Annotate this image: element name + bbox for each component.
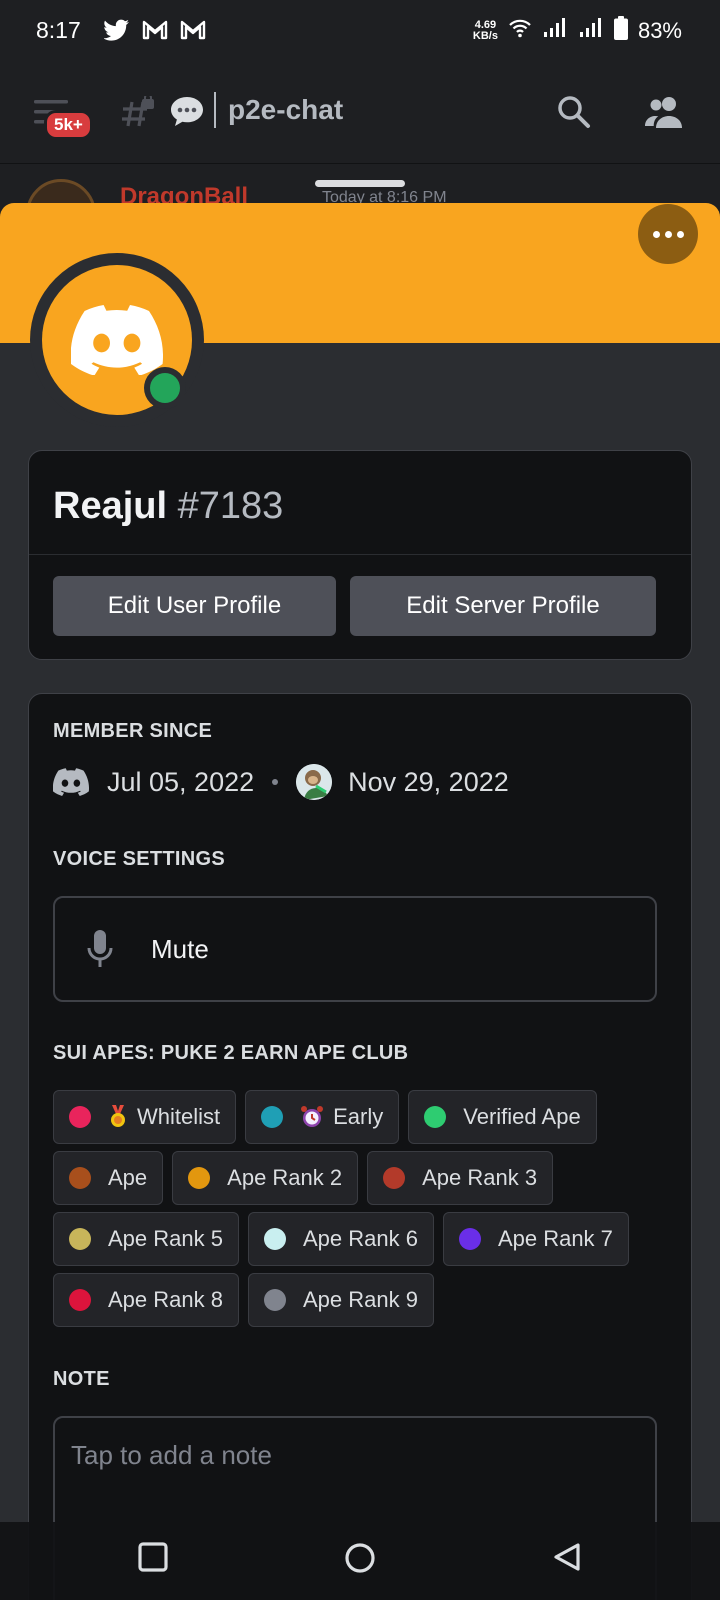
note-title: NOTE [53, 1368, 110, 1390]
battery-icon [613, 16, 628, 45]
network-speed-unit: KB/s [472, 29, 498, 42]
role-chip-ape-rank-8[interactable]: Ape Rank 8 [53, 1273, 239, 1327]
microphone-icon [87, 930, 113, 975]
recents-button-icon[interactable] [138, 1542, 168, 1577]
role-chip-ape-rank-2[interactable]: Ape Rank 2 [172, 1151, 359, 1205]
username-display: Reajul #7183 [53, 485, 283, 528]
role-chip-verified-ape[interactable]: Verified Ape [408, 1090, 597, 1144]
role-chip-early[interactable]: Early [245, 1090, 400, 1144]
edit-user-profile-button[interactable]: Edit User Profile [53, 576, 336, 636]
back-button-icon[interactable] [552, 1542, 582, 1577]
roles-list: Whitelist Early Verified Ape Ape Ape Ran… [53, 1090, 663, 1327]
status-bar: 8:17 4.69 KB/s 83% [0, 0, 720, 62]
role-chip-ape[interactable]: Ape [53, 1151, 164, 1205]
role-color-dot [458, 1228, 481, 1250]
role-color-dot [263, 1228, 286, 1250]
speech-bubble-icon [168, 94, 206, 135]
member-since-title: MEMBER SINCE [53, 720, 213, 742]
note-placeholder: Tap to add a note [71, 1440, 272, 1470]
cell-signal-icon [578, 17, 604, 44]
edit-server-profile-button[interactable]: Edit Server Profile [350, 576, 656, 636]
role-label: Verified Ape [463, 1104, 581, 1129]
discord-logo-icon [53, 768, 89, 796]
role-label: Ape [108, 1165, 148, 1190]
role-color-dot [188, 1167, 211, 1189]
wifi-icon [508, 17, 532, 44]
channel-header: 5k+ p2e-chat [0, 62, 720, 164]
profile-info-card: MEMBER SINCE Jul 05, 2022 Nov 29, 2022 V… [28, 693, 692, 1600]
voice-settings-title: VOICE SETTINGS [53, 848, 226, 870]
username: Reajul [53, 485, 168, 527]
unread-badge: 5k+ [44, 110, 93, 140]
discriminator: #7183 [177, 485, 284, 527]
role-chip-ape-rank-7[interactable]: Ape Rank 7 [442, 1212, 629, 1266]
battery-percent: 83% [637, 17, 682, 43]
divider [29, 554, 691, 555]
role-color-dot [261, 1106, 284, 1128]
alarm-clock-icon [300, 1105, 324, 1129]
status-indicators: 4.69 KB/s 83% [473, 16, 682, 45]
online-status-indicator [144, 367, 186, 409]
members-icon[interactable] [644, 94, 684, 135]
server-roles-title: SUI APES: PUKE 2 EARN APE CLUB [53, 1042, 409, 1064]
channel-separator [214, 92, 216, 128]
role-chip-ape-rank-3[interactable]: Ape Rank 3 [367, 1151, 554, 1205]
role-label: Ape Rank 2 [227, 1165, 343, 1190]
role-label: Ape Rank 5 [108, 1226, 223, 1251]
server-icon [296, 764, 333, 800]
twitter-icon [103, 19, 130, 46]
medal-icon [108, 1105, 128, 1129]
role-label: Ape Rank 8 [108, 1287, 223, 1312]
network-speed-value: 4.69 [474, 18, 497, 31]
network-speed: 4.69 KB/s [472, 18, 498, 42]
discord-join-date: Jul 05, 2022 [107, 766, 255, 797]
status-time: 8:17 [36, 17, 81, 43]
gmail-icon [142, 19, 168, 46]
gmail-icon [180, 19, 206, 46]
avatar[interactable] [30, 253, 204, 427]
locked-channel-icon [120, 93, 156, 138]
role-color-dot [424, 1106, 447, 1128]
message-author-avatar [26, 179, 96, 205]
server-join-date: Nov 29, 2022 [348, 766, 509, 797]
role-color-dot [69, 1228, 91, 1250]
mute-label: Mute [151, 934, 209, 964]
system-navigation-bar [0, 1522, 720, 1600]
member-since-row: Jul 05, 2022 Nov 29, 2022 [53, 764, 509, 800]
role-chip-whitelist[interactable]: Whitelist [53, 1090, 237, 1144]
cell-signal-icon [542, 17, 568, 44]
search-icon[interactable] [556, 94, 592, 135]
role-label: Whitelist [137, 1104, 221, 1129]
role-color-dot [69, 1106, 91, 1128]
role-label: Ape Rank 7 [497, 1226, 613, 1251]
sheet-drag-handle[interactable] [315, 180, 405, 187]
home-button-icon[interactable] [344, 1542, 376, 1579]
channel-name[interactable]: p2e-chat [228, 94, 343, 126]
mute-toggle[interactable]: Mute [53, 896, 657, 1002]
notification-icons [103, 19, 206, 46]
profile-name-card: Reajul #7183 Edit User Profile Edit Serv… [28, 450, 692, 660]
role-label: Ape Rank 6 [302, 1226, 418, 1251]
role-color-dot [69, 1289, 91, 1311]
more-options-button[interactable] [638, 204, 698, 264]
role-chip-ape-rank-5[interactable]: Ape Rank 5 [53, 1212, 239, 1266]
profile-sheet: Reajul #7183 Edit User Profile Edit Serv… [0, 203, 720, 1600]
role-label: Ape Rank 9 [302, 1287, 418, 1312]
role-color-dot [69, 1167, 91, 1189]
role-chip-ape-rank-9[interactable]: Ape Rank 9 [247, 1273, 434, 1327]
separator-dot [272, 779, 279, 785]
message-author: DragonBall [120, 183, 249, 205]
role-chip-ape-rank-6[interactable]: Ape Rank 6 [247, 1212, 434, 1266]
role-label: Ape Rank 3 [422, 1165, 538, 1190]
role-color-dot [263, 1289, 286, 1311]
role-label: Early [333, 1104, 384, 1129]
role-color-dot [383, 1167, 406, 1189]
